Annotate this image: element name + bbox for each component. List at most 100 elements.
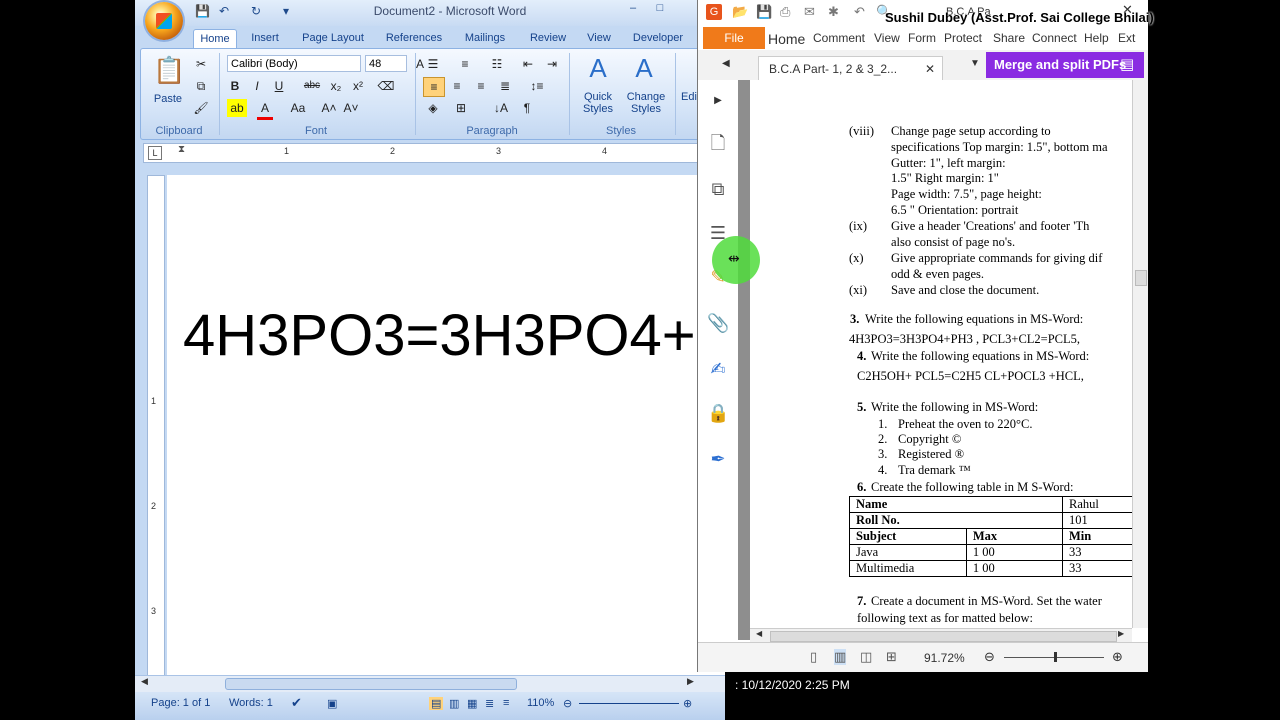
borders-icon[interactable]: ⊞ [451, 99, 471, 117]
web-layout-icon[interactable]: ▦ [467, 697, 477, 710]
show-formatting-icon[interactable]: ¶ [517, 99, 537, 117]
superscript-icon[interactable]: x² [349, 77, 367, 95]
format-painter-icon[interactable]: 🖌 [193, 99, 209, 117]
pages-icon[interactable]: ⧉ [707, 178, 729, 200]
panel-expand-icon[interactable]: ▶ [707, 90, 729, 112]
open-folder-icon[interactable]: 📂 [732, 4, 748, 20]
menu-connect[interactable]: Connect [1032, 31, 1077, 45]
shading-icon[interactable]: ◈ [423, 99, 443, 117]
numbering-icon[interactable]: ≡ [455, 55, 475, 73]
signature-icon[interactable]: ✍ [707, 358, 729, 380]
office-button[interactable] [145, 2, 183, 40]
menu-help[interactable]: Help [1084, 31, 1109, 45]
menu-protect[interactable]: Protect [944, 31, 982, 45]
align-center-icon[interactable]: ≡ [447, 77, 467, 95]
highlight-icon[interactable]: ab [227, 99, 247, 117]
decrease-indent-icon[interactable]: ⇤ [519, 55, 537, 73]
font-size-combo[interactable]: 48 [365, 55, 407, 72]
new-icon[interactable]: ✱ [828, 4, 839, 20]
zoom-out-icon[interactable]: ⊖ [563, 697, 572, 710]
strikethrough-icon[interactable]: abc [301, 77, 323, 95]
tab-developer[interactable]: Developer [627, 29, 689, 48]
document-page[interactable] [167, 175, 725, 675]
minimize-icon[interactable]: – [620, 0, 646, 16]
menu-extensions[interactable]: Ext [1118, 31, 1135, 45]
copy-icon[interactable]: ⧉ [193, 77, 209, 95]
customize-qat-icon[interactable]: ▾ [279, 4, 293, 18]
attachment-icon[interactable]: 📎 [707, 312, 729, 334]
sort-icon[interactable]: ↓A [491, 99, 511, 117]
save-icon[interactable]: 💾 [756, 4, 772, 20]
undo-icon[interactable]: ↶ [217, 4, 231, 18]
zoom-in-icon[interactable]: ⊕ [683, 697, 692, 710]
scroll-left-icon[interactable]: ◀ [141, 676, 148, 687]
indent-marker-icon[interactable]: ⧗ [178, 144, 185, 155]
save-icon[interactable]: 💾 [195, 4, 210, 18]
increase-indent-icon[interactable]: ⇥ [543, 55, 561, 73]
page-count[interactable]: Page: 1 of 1 [151, 697, 210, 709]
single-page-icon[interactable]: ▯ [810, 649, 817, 665]
underline-icon[interactable]: U [271, 77, 287, 95]
full-screen-reading-icon[interactable]: ▥ [449, 697, 459, 710]
facing-page-icon[interactable]: ◫ [860, 649, 872, 665]
align-left-icon[interactable]: ≡ [423, 77, 445, 97]
continuous-facing-icon[interactable]: ⊞ [886, 649, 897, 665]
pdf-horizontal-scrollbar[interactable]: ◀ ▶ [750, 628, 1132, 643]
pdf-vertical-scrollbar[interactable] [1132, 80, 1148, 628]
print-icon[interactable]: ⎙ [780, 4, 790, 20]
tab-close-icon[interactable]: ✕ [925, 57, 935, 81]
font-name-combo[interactable]: Calibri (Body) [227, 55, 361, 72]
zoom-slider-thumb[interactable] [1054, 652, 1057, 662]
zoom-slider[interactable] [579, 703, 679, 704]
bullets-icon[interactable]: ☰ [423, 55, 443, 73]
merge-split-button[interactable]: Merge and split PDFs ▤ [986, 52, 1144, 78]
change-styles-label[interactable]: Change [619, 91, 673, 103]
file-menu-button[interactable]: File [703, 27, 765, 49]
scrollbar-thumb[interactable] [770, 631, 1117, 642]
redo-icon[interactable]: ↻ [249, 4, 263, 18]
scroll-left-icon[interactable]: ◀ [756, 629, 762, 638]
undo-icon[interactable]: ↶ [854, 4, 865, 20]
word-count[interactable]: Words: 1 [229, 697, 273, 709]
scroll-right-icon[interactable]: ▶ [1118, 629, 1124, 638]
cut-icon[interactable]: ✂ [193, 55, 209, 73]
shrink-font-icon[interactable]: A˅ [343, 99, 359, 117]
paste-icon[interactable]: 📋 [153, 55, 185, 86]
menu-view[interactable]: View [874, 31, 900, 45]
pdf-document-tab[interactable]: B.C.A Part- 1, 2 & 3_2... ✕ [758, 56, 943, 80]
menu-comment[interactable]: Comment [813, 31, 865, 45]
tab-list-dropdown-icon[interactable]: ▼ [970, 58, 980, 69]
align-right-icon[interactable]: ≡ [471, 77, 491, 95]
zoom-out-icon[interactable]: ⊖ [984, 649, 995, 665]
email-icon[interactable]: ✉ [804, 4, 815, 20]
quick-styles-label-2[interactable]: Styles [573, 103, 623, 115]
tab-review[interactable]: Review [523, 29, 573, 48]
italic-icon[interactable]: I [249, 77, 265, 95]
bold-icon[interactable]: B [227, 77, 243, 95]
scrollbar-thumb[interactable] [225, 678, 517, 690]
tab-home[interactable]: Home [193, 29, 237, 49]
justify-icon[interactable]: ≣ [495, 77, 515, 95]
scrollbar-thumb[interactable] [1135, 270, 1147, 286]
tab-insert[interactable]: Insert [243, 29, 287, 48]
zoom-level[interactable]: 110% [527, 697, 554, 709]
tab-selector-icon[interactable]: L [148, 146, 162, 160]
clear-formatting-icon[interactable]: ⌫ [377, 77, 395, 95]
menu-share[interactable]: Share [993, 31, 1025, 45]
quick-styles-label[interactable]: Quick [573, 91, 623, 103]
continuous-page-icon[interactable]: ▥ [834, 649, 847, 665]
maximize-icon[interactable]: □ [647, 0, 673, 16]
page-icon[interactable]: 🗋 [707, 132, 729, 154]
draft-icon[interactable]: ≡ [503, 697, 509, 709]
multilevel-list-icon[interactable]: ☷ [487, 55, 507, 73]
vertical-ruler[interactable]: 1 2 3 [147, 175, 165, 677]
macro-record-icon[interactable]: ▣ [327, 697, 337, 710]
change-styles-icon[interactable]: A [627, 53, 661, 84]
subscript-icon[interactable]: x₂ [327, 77, 345, 95]
font-color-icon[interactable]: A [257, 99, 273, 120]
print-layout-icon[interactable]: ▤ [429, 697, 444, 710]
proofing-icon[interactable]: ✔ [291, 695, 302, 711]
zoom-in-icon[interactable]: ⊕ [1112, 649, 1123, 665]
zoom-level[interactable]: 91.72% [924, 651, 965, 665]
line-spacing-icon[interactable]: ↕≡ [525, 77, 549, 95]
